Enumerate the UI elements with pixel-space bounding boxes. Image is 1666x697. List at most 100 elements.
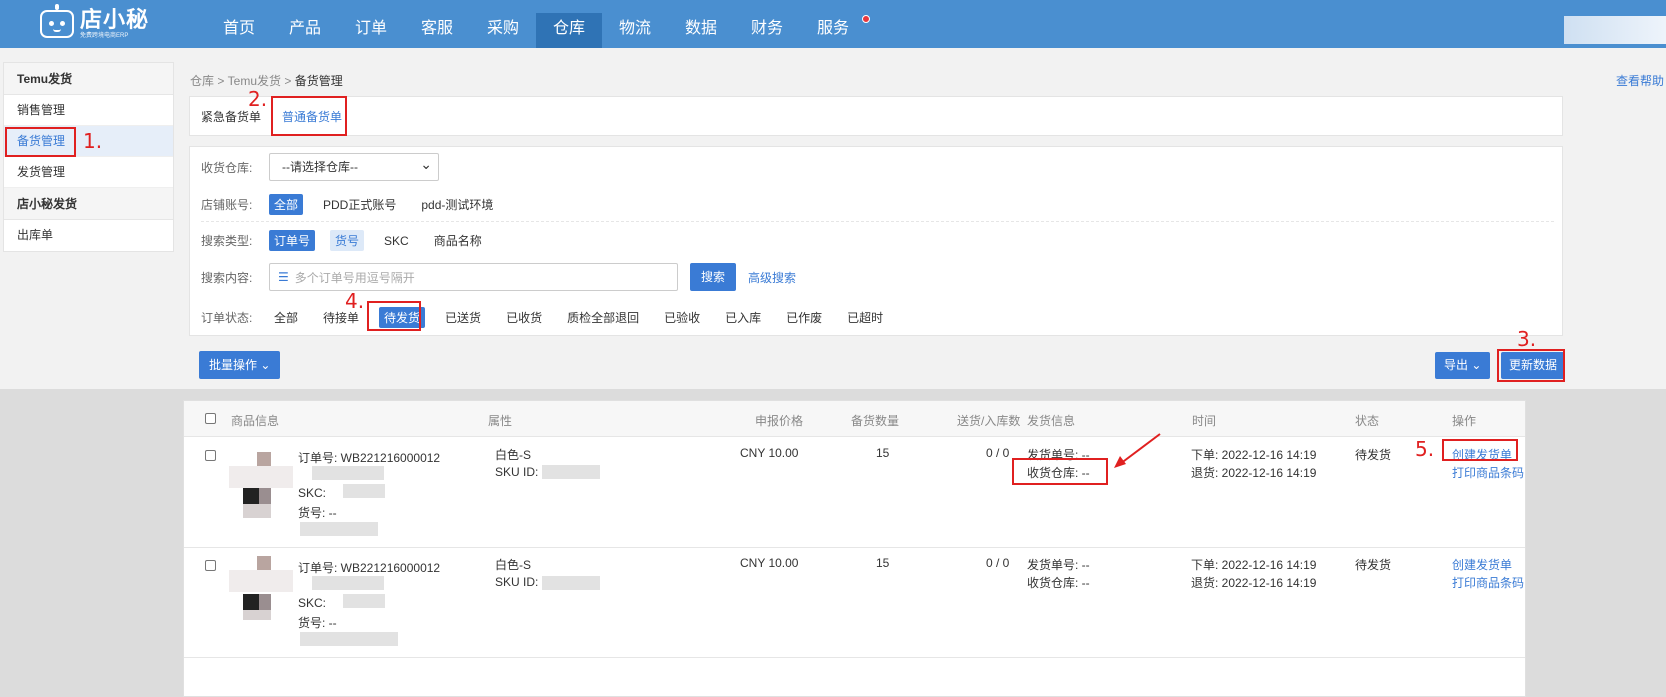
search-button[interactable]: 搜索 bbox=[690, 263, 737, 291]
search-type-skc[interactable]: SKC bbox=[379, 232, 414, 250]
orders-table: 商品信息 属性 申报价格 备货数量 送货/入库数 发货信息 时间 状态 操作 订… bbox=[183, 400, 1526, 697]
status-all[interactable]: 全部 bbox=[269, 307, 303, 328]
declared-price: CNY 10.00 bbox=[740, 556, 799, 570]
nav-customer-service[interactable]: 客服 bbox=[404, 13, 470, 48]
store-option-all[interactable]: 全部 bbox=[269, 194, 304, 215]
robot-logo-icon bbox=[40, 4, 74, 38]
order-tabs: 紧急备货单 普通备货单 bbox=[189, 96, 1563, 136]
sku-code: 货号: -- bbox=[298, 506, 337, 520]
search-placeholder: 多个订单号用逗号隔开 bbox=[294, 270, 415, 285]
table-header: 商品信息 属性 申报价格 备货数量 送货/入库数 发货信息 时间 状态 操作 bbox=[184, 401, 1525, 437]
advanced-search-link[interactable]: 高级搜索 bbox=[748, 269, 796, 286]
annotation-box-create-shipment bbox=[1442, 439, 1518, 461]
search-type-product-name[interactable]: 商品名称 bbox=[429, 230, 487, 251]
status-label: 订单状态: bbox=[201, 311, 253, 325]
status-badge: 待发货 bbox=[1355, 448, 1392, 462]
print-barcode-link[interactable]: 打印商品条码 bbox=[1452, 464, 1524, 481]
status-accepted[interactable]: 已验收 bbox=[659, 307, 705, 328]
nav-logistics[interactable]: 物流 bbox=[602, 13, 668, 48]
redacted-text bbox=[542, 576, 600, 590]
header-time: 时间 bbox=[1192, 414, 1217, 428]
table-row: 订单号: WB221216000012 SKC: 货号: -- 白色-S SKU… bbox=[184, 438, 1525, 548]
status-delivered[interactable]: 已送货 bbox=[440, 307, 486, 328]
bulk-actions-label: 批量操作 bbox=[209, 358, 258, 372]
search-input[interactable]: ☰ 多个订单号用逗号隔开 bbox=[269, 263, 678, 291]
status-badge: 待发货 bbox=[1355, 558, 1392, 572]
annotation-box-pending-ship bbox=[367, 301, 421, 331]
row-checkbox[interactable] bbox=[205, 450, 216, 461]
nav-finance[interactable]: 财务 bbox=[734, 13, 800, 48]
status-voided[interactable]: 已作废 bbox=[781, 307, 827, 328]
sku-id-label: SKU ID: bbox=[495, 575, 539, 589]
help-link[interactable]: 查看帮助 bbox=[1616, 72, 1664, 89]
export-label: 导出 bbox=[1444, 358, 1469, 372]
store-option-pdd[interactable]: PDD正式账号 bbox=[318, 194, 401, 215]
annotation-box-stocking bbox=[5, 127, 76, 157]
search-type-label: 搜索类型: bbox=[201, 234, 253, 248]
logo-name: 店小秘 bbox=[80, 7, 150, 32]
header-product-info: 商品信息 bbox=[231, 414, 280, 428]
nav-warehouse[interactable]: 仓库 bbox=[536, 13, 602, 48]
status-stocked[interactable]: 已入库 bbox=[720, 307, 766, 328]
store-option-pdd-test[interactable]: pdd-测试环境 bbox=[416, 194, 498, 215]
redacted-text bbox=[343, 484, 385, 498]
search-type-sku-code[interactable]: 货号 bbox=[330, 230, 365, 251]
nav-purchase[interactable]: 采购 bbox=[470, 13, 536, 48]
nav-home[interactable]: 首页 bbox=[206, 13, 272, 48]
logo-subtitle: 免费跨境电商ERP bbox=[80, 33, 129, 39]
status-qc-returned[interactable]: 质检全部退回 bbox=[562, 307, 644, 328]
annotation-box-refresh bbox=[1497, 349, 1565, 382]
header-operations: 操作 bbox=[1452, 414, 1477, 428]
nav-data[interactable]: 数据 bbox=[668, 13, 734, 48]
product-thumbnail bbox=[229, 448, 293, 534]
chevron-down-icon: ⌄ bbox=[1471, 358, 1482, 372]
warehouse-select[interactable]: --请选择仓库-- bbox=[269, 151, 439, 181]
sidebar-item-shipping[interactable]: 发货管理 bbox=[4, 157, 173, 188]
stock-qty: 15 bbox=[876, 556, 890, 570]
chevron-down-icon: ⌄ bbox=[260, 358, 271, 372]
shipping-number: 发货单号: -- bbox=[1027, 558, 1090, 572]
breadcrumb-path: 仓库 > Temu发货 > bbox=[190, 74, 295, 88]
top-nav-bar: 店小秘 免费跨境电商ERP 首页 产品 订单 客服 采购 仓库 物流 数据 财务… bbox=[0, 0, 1666, 48]
attribute-value: 白色-S bbox=[495, 558, 532, 572]
breadcrumb-current: 备货管理 bbox=[294, 74, 343, 88]
status-received[interactable]: 已收货 bbox=[501, 307, 547, 328]
divider bbox=[201, 221, 1554, 222]
redacted-text bbox=[300, 522, 378, 536]
order-number: 订单号: WB221216000012 bbox=[298, 561, 441, 575]
header-status: 状态 bbox=[1355, 414, 1380, 428]
notification-dot-icon bbox=[862, 15, 870, 23]
declared-price: CNY 10.00 bbox=[740, 446, 799, 460]
skc-label: SKC: bbox=[298, 486, 327, 500]
delivered-count: 0 / 0 bbox=[986, 556, 1010, 570]
order-time: 下单: 2022-12-16 14:19 bbox=[1191, 448, 1317, 462]
main-nav: 首页 产品 订单 客服 采购 仓库 物流 数据 财务 服务 bbox=[206, 13, 866, 48]
status-timed-out[interactable]: 已超时 bbox=[842, 307, 888, 328]
store-label: 店铺账号: bbox=[201, 198, 253, 212]
sku-id-label: SKU ID: bbox=[495, 465, 539, 479]
receiving-warehouse: 收货仓库: -- bbox=[1027, 576, 1090, 590]
row-checkbox[interactable] bbox=[205, 560, 216, 571]
print-barcode-link[interactable]: 打印商品条码 bbox=[1452, 574, 1524, 591]
annotation-step-1: 1. bbox=[83, 129, 103, 153]
skc-label: SKC: bbox=[298, 596, 327, 610]
annotation-step-3: 3. bbox=[1517, 327, 1537, 351]
nav-services[interactable]: 服务 bbox=[800, 13, 866, 48]
sku-code: 货号: -- bbox=[298, 616, 337, 630]
bulk-actions-button[interactable]: 批量操作 ⌄ bbox=[199, 351, 281, 379]
return-time: 退货: 2022-12-16 14:19 bbox=[1191, 466, 1317, 480]
export-button[interactable]: 导出 ⌄ bbox=[1435, 352, 1491, 379]
create-shipment-link[interactable]: 创建发货单 bbox=[1452, 556, 1512, 573]
search-type-order-no[interactable]: 订单号 bbox=[269, 230, 316, 251]
table-row: 订单号: WB221216000012 SKC: 货号: -- 白色-S SKU… bbox=[184, 548, 1525, 658]
annotation-box-normal-tab bbox=[271, 96, 347, 136]
user-account-area[interactable] bbox=[1564, 16, 1666, 44]
nav-products[interactable]: 产品 bbox=[272, 13, 338, 48]
redacted-text bbox=[343, 594, 385, 608]
nav-orders[interactable]: 订单 bbox=[338, 13, 404, 48]
select-all-checkbox[interactable] bbox=[205, 413, 216, 424]
sidebar-item-outbound[interactable]: 出库单 bbox=[4, 220, 173, 251]
attribute-value: 白色-S bbox=[495, 448, 532, 462]
sidebar-item-sales[interactable]: 销售管理 bbox=[4, 95, 173, 126]
app-logo[interactable]: 店小秘 免费跨境电商ERP bbox=[40, 2, 149, 46]
